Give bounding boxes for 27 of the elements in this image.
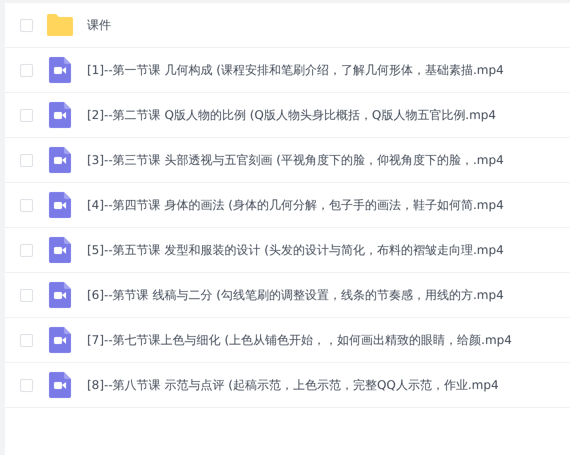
checkbox[interactable]	[20, 154, 33, 166]
video-file-icon	[49, 327, 71, 353]
checkbox[interactable]	[20, 18, 33, 32]
video-file-icon	[49, 57, 71, 83]
checkbox[interactable]	[20, 108, 33, 122]
video-file-icon	[49, 372, 71, 398]
checkbox[interactable]	[20, 64, 33, 76]
file-name[interactable]: [3]--第三节课 头部透视与五官刻画 (平视角度下的脸，仰视角度下的脸，.mp4	[87, 152, 504, 168]
video-file-icon	[49, 192, 71, 218]
video-file-icon	[49, 102, 71, 128]
file-name[interactable]: [2]--第二节课 Q版人物的比例 (Q版人物头身比概括，Q版人物五官比例.mp4	[87, 106, 496, 124]
file-name[interactable]: [5]--第五节课 发型和服装的设计 (头发的设计与简化，布料的褶皱走向理.mp4	[87, 242, 504, 258]
video-file-icon	[49, 237, 71, 263]
folder-name[interactable]: 课件	[87, 16, 111, 34]
folder-icon	[47, 14, 73, 36]
checkbox[interactable]	[20, 288, 33, 302]
checkbox[interactable]	[20, 198, 33, 212]
file-name[interactable]: [7]--第七节课上色与细化 (上色从铺色开始，，如何画出精致的眼睛，给颜.mp4	[87, 332, 512, 348]
checkbox[interactable]	[20, 334, 33, 346]
checkbox[interactable]	[20, 378, 33, 392]
file-name[interactable]: [8]--第八节课 示范与点评 (起稿示范，上色示范，完整QQ人示范，作业.mp4	[87, 376, 499, 394]
video-file-icon	[49, 282, 71, 308]
checkbox[interactable]	[20, 244, 33, 256]
file-name[interactable]: [6]--第节课 线稿与二分 (勾线笔刷的调整设置，线条的节奏感，用线的方.mp4	[87, 286, 504, 304]
file-name[interactable]: [4]--第四节课 身体的画法 (身体的几何分解，包子手的画法，鞋子如何简.mp4	[87, 196, 504, 214]
file-name[interactable]: [1]--第一节课 几何构成 (课程安排和笔刷介绍，了解几何形体，基础素描.mp4	[87, 62, 504, 78]
video-file-icon	[49, 147, 71, 173]
